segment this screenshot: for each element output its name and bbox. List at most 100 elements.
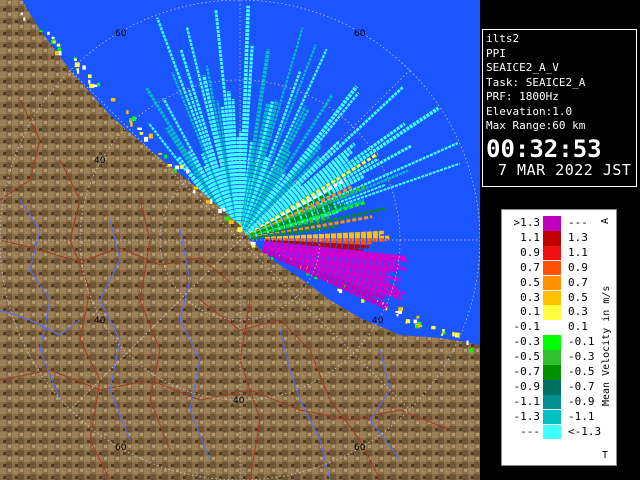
coastal-echo-speck xyxy=(395,311,398,313)
coastal-echo-speck xyxy=(164,154,167,159)
legend-lower-bound: --- xyxy=(520,424,540,438)
coastal-echo-speck xyxy=(228,220,232,225)
coastal-echo-speck xyxy=(237,227,243,232)
coastal-echo-speck xyxy=(186,169,189,173)
legend-title-text: Mean Velocity in m/s xyxy=(601,286,612,406)
coastal-echo-speck xyxy=(174,165,180,170)
legend-lower-bound: 0.5 xyxy=(520,275,540,289)
coastal-echo-speck xyxy=(466,340,469,345)
coastal-echo-speck xyxy=(468,348,474,353)
coastal-echo-speck xyxy=(132,116,137,121)
legend-swatch xyxy=(543,335,561,350)
radar-info-box: ilts2 PPI SEAICE2_A_V Task: SEAICE2_A PR… xyxy=(482,29,637,187)
legend-lower-bound: 0.3 xyxy=(520,290,540,304)
legend-swatch xyxy=(543,230,561,246)
coastal-echo-speck xyxy=(251,244,256,248)
legend-swatch xyxy=(543,290,561,306)
coastal-echo-speck xyxy=(88,79,91,84)
coastal-echo-speck xyxy=(405,319,411,324)
task-name: Task: SEAICE2_A xyxy=(486,75,586,89)
coastal-echo-speck xyxy=(224,216,230,221)
coastal-echo-speck xyxy=(218,209,222,214)
legend-lower-bound: 0.1 xyxy=(520,305,540,319)
coastal-echo-speck xyxy=(23,17,26,21)
legend-lower-bound: -0.9 xyxy=(513,379,541,393)
coastal-echo-speck xyxy=(193,186,199,190)
coastal-echo-speck xyxy=(74,62,80,68)
legend-swatch xyxy=(543,216,561,231)
coastal-echo-speck xyxy=(52,40,56,44)
radar-ppi-display[interactable]: 60 60 40 40 40 40 60 60 xyxy=(0,0,480,480)
coastal-echo-speck xyxy=(418,324,423,328)
legend-bottom-marker: T xyxy=(602,450,608,461)
coastal-echo-speck xyxy=(443,332,446,335)
coastal-echo-speck xyxy=(205,200,211,204)
legend-swatch xyxy=(543,409,561,425)
coastal-echo-speck xyxy=(137,127,142,130)
legend-lower-bound: 0.7 xyxy=(520,260,540,274)
ring-label-bottom-left: 60 xyxy=(115,443,127,453)
coastal-echo-speck xyxy=(431,325,436,330)
coastal-echo-speck xyxy=(455,332,460,338)
coastal-echo-speck xyxy=(396,314,399,317)
coastal-echo-speck xyxy=(39,30,43,33)
legend-lower-bound: 0.9 xyxy=(520,245,540,259)
max-range-value: Max Range:60 km xyxy=(486,119,586,132)
coastal-echo-speck xyxy=(56,43,61,47)
scan-mode: PPI xyxy=(486,46,506,60)
legend-swatch xyxy=(543,424,561,440)
coastal-echo-speck xyxy=(20,12,24,15)
coastal-echo-speck xyxy=(58,51,62,56)
ring-label-mid-right: 40 xyxy=(372,316,384,326)
coastal-echo-speck xyxy=(222,207,226,212)
coastal-echo-speck xyxy=(57,47,62,52)
coastal-echo-speck xyxy=(110,98,116,102)
ring-label-bottom-center: 40 xyxy=(233,396,245,406)
coastal-echo-speck xyxy=(88,74,92,79)
coastal-echo-speck xyxy=(231,220,234,224)
legend-swatch xyxy=(543,305,561,321)
coastal-echo-speck xyxy=(74,58,77,61)
coastal-echo-speck xyxy=(82,65,86,70)
ring-label-mid-left: 40 xyxy=(94,156,106,166)
coastal-echo-speck xyxy=(144,136,149,142)
coastal-echo-speck xyxy=(452,332,455,337)
coastal-echo-speck xyxy=(398,307,403,312)
coastal-echo-speck xyxy=(55,50,59,56)
legend-swatch xyxy=(543,394,561,410)
coastal-echo-speck xyxy=(180,164,184,169)
product-name: SEAICE2_A_V xyxy=(486,61,559,74)
legend-top-marker: A xyxy=(600,218,611,224)
coastal-echo-speck xyxy=(210,199,213,204)
ring-label-left-40: 40 xyxy=(94,316,106,326)
coastal-echo-speck xyxy=(76,69,80,74)
legend-swatch xyxy=(543,365,561,380)
coastal-echo-speck xyxy=(89,83,95,89)
coastal-echo-speck xyxy=(250,242,256,246)
coastal-echo-speck xyxy=(148,133,153,139)
legend-lower-bound: -0.1 xyxy=(513,320,541,334)
legend-title: A Mean Velocity in m/s T xyxy=(600,218,612,461)
elevation-value: Elevation:1.0 xyxy=(486,104,573,118)
legend-swatch xyxy=(543,260,561,276)
legend-lower-bound: >1.3 xyxy=(513,216,541,229)
legend-lower-bound: -0.3 xyxy=(513,335,541,349)
legend-swatch xyxy=(543,245,561,261)
scan-time: 00:32:53 xyxy=(486,134,602,163)
legend-swatch xyxy=(543,320,561,335)
scan-date: 7 MAR 2022 JST xyxy=(498,160,632,179)
coastal-echo-speck xyxy=(338,289,343,294)
coastal-echo-speck xyxy=(97,82,100,87)
legend-swatch xyxy=(543,350,561,365)
coastal-echo-speck xyxy=(51,36,55,39)
coastal-echo-speck xyxy=(139,132,144,135)
coastal-echo-speck xyxy=(271,257,274,260)
legend-lower-bound: -1.1 xyxy=(513,394,541,408)
ring-label-bottom-right: 60 xyxy=(354,443,366,453)
velocity-legend: >1.3 --- 1.1 1.3 0.9 1.1 0.7 0.9 0.5 0.7 0.3 0.5 0.1… xyxy=(501,209,617,466)
legend-swatch xyxy=(543,379,561,395)
coastal-echo-speck xyxy=(193,190,196,194)
ring-label-top-right: 60 xyxy=(354,29,366,39)
coastal-echo-speck xyxy=(167,164,173,167)
coastal-echo-speck xyxy=(130,122,133,127)
